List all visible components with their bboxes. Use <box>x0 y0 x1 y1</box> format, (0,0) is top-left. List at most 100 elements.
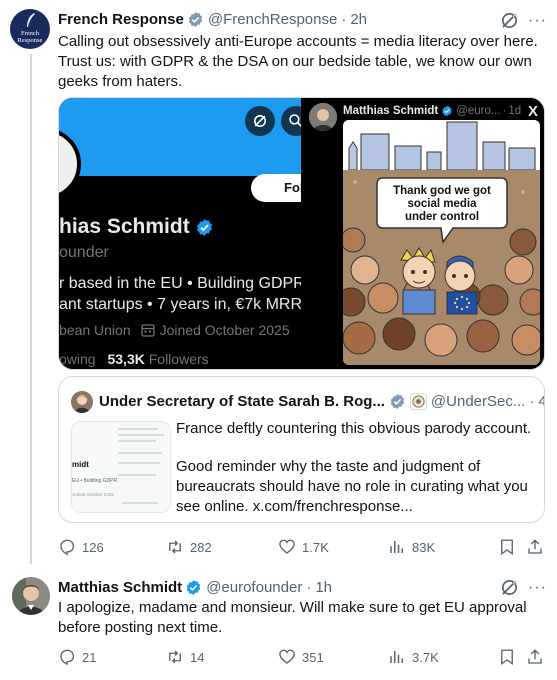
reply-icon <box>60 649 75 666</box>
french-response-avatar[interactable]: French Response <box>10 9 50 49</box>
reply-count: 126 <box>82 539 104 555</box>
share-icon[interactable] <box>526 648 544 666</box>
thumb-joined: Joined October 2025 <box>72 492 114 497</box>
verified-badge-icon <box>442 105 452 117</box>
reply-icon <box>60 539 75 556</box>
thumb-bio-line: EU • Building GDPR <box>72 478 118 484</box>
quote-text-line: see online. x.com/frenchresponse... <box>176 498 413 515</box>
quote-paragraph-gap <box>176 439 536 457</box>
grok-icon[interactable] <box>500 578 519 597</box>
profile-joined: Joined October 2025 <box>159 322 290 338</box>
author-handle[interactable]: @FrenchResponse <box>208 11 337 28</box>
separator-dot: · <box>529 392 535 410</box>
grok-icon[interactable] <box>500 11 519 30</box>
avatar-text-line1: French <box>20 30 40 37</box>
reply-screenshot-image[interactable]: Matthias Schmidt @euro... · 1d X Thank g… <box>303 98 544 369</box>
profile-bio-line: ant startups • 7 years in, €7k MRR <box>59 296 301 313</box>
thumb-text-line <box>118 452 162 454</box>
bookmark-icon[interactable] <box>498 648 516 666</box>
separator-dot: · <box>341 10 347 28</box>
separator-dot: · <box>502 105 507 117</box>
grok-icon <box>245 106 275 136</box>
calendar-icon <box>140 324 155 337</box>
quote-author-name: Under Secretary of State Sarah B. Rog... <box>99 392 385 410</box>
profile-role: ounder <box>59 244 109 261</box>
verified-badge-icon <box>196 218 212 236</box>
bookmark-icon[interactable] <box>498 538 516 556</box>
quote-thumbnail-image[interactable]: midt EU • Building GDPR Joined October 2… <box>71 421 171 513</box>
tweet1-media[interactable]: Foll hias Schmidt ounder r based in the … <box>58 97 545 370</box>
timestamp: 1d <box>508 105 522 117</box>
verified-badge-icon <box>188 11 203 27</box>
views-icon <box>390 651 403 663</box>
reply-button[interactable]: 21 <box>58 647 96 667</box>
views-button[interactable]: 3.7K <box>388 647 439 667</box>
x-logo-icon: X <box>528 103 539 120</box>
author-handle[interactable]: @eurofounder <box>206 579 302 596</box>
thumb-text-line <box>118 428 158 430</box>
author-name[interactable]: French Response <box>58 11 184 28</box>
quill-icon <box>27 13 35 27</box>
thumb-text-line <box>118 462 160 464</box>
timestamp[interactable]: 2h <box>350 11 367 28</box>
profile-stats: owing 53,3K Followers <box>59 351 209 367</box>
speech-line-1: Thank god we got <box>393 185 491 197</box>
like-button[interactable]: 351 <box>278 647 324 667</box>
thumb-profile-name: midt <box>72 460 89 469</box>
quote-timestamp: 4h <box>538 393 544 410</box>
cartoon-illustration: Thank god we got social media under cont… <box>343 120 540 365</box>
reply-header: Matthias Schmidt @euro... · 1d <box>343 105 521 117</box>
matthias-schmidt-avatar[interactable] <box>12 577 50 615</box>
tweet1-text-line: geeks from haters. <box>58 73 183 90</box>
tweet2-text-line: I apologize, madame and monsieur. Will m… <box>58 599 527 616</box>
views-count: 3.7K <box>412 649 439 665</box>
more-icon[interactable]: ··· <box>528 13 547 29</box>
repost-button[interactable]: 14 <box>166 647 204 667</box>
verified-badge-icon <box>390 393 405 409</box>
quoted-tweet[interactable]: Under Secretary of State Sarah B. Rog...… <box>58 376 545 523</box>
profile-bio-line: r based in the EU • Building GDPR <box>59 275 301 292</box>
author-name[interactable]: Matthias Schmidt <box>58 579 182 596</box>
tweet2-actions: 21 14 351 3.7K <box>58 647 545 667</box>
views-button[interactable]: 83K <box>388 537 435 557</box>
quote-text-line: Good reminder why the taste and judgment… <box>176 458 481 475</box>
speech-line-2: social media <box>407 198 477 210</box>
tweet1-text: Calling out obsessively anti-Europe acco… <box>58 32 538 92</box>
share-icon[interactable] <box>526 538 544 556</box>
author-handle: @euro... <box>456 105 501 117</box>
repost-icon <box>169 650 181 664</box>
profile-name: hias Schmidt <box>59 215 214 239</box>
views-icon <box>390 541 403 553</box>
tweet1-actions: 126 282 1.7K 83K <box>58 537 545 557</box>
like-count: 1.7K <box>302 539 329 555</box>
thumb-text-line <box>122 502 158 504</box>
profile-meta: bean Union Joined October 2025 <box>59 322 290 338</box>
following-label: owing <box>59 351 96 367</box>
more-icon[interactable]: ··· <box>528 580 547 596</box>
like-count: 351 <box>302 649 324 665</box>
tweet2-text-line: before posting next time. <box>58 619 223 636</box>
speech-line-3: under control <box>405 211 479 223</box>
quote-text-line: France deftly countering this obvious pa… <box>176 420 532 437</box>
followers-count: 53,3K <box>107 351 145 367</box>
like-icon <box>279 539 295 554</box>
like-icon <box>279 649 295 664</box>
timestamp[interactable]: 1h <box>315 579 332 596</box>
profile-name-text: hias Schmidt <box>59 215 190 238</box>
tweet1-text-line: Calling out obsessively anti-Europe acco… <box>58 33 538 50</box>
quote-text: France deftly countering this obvious pa… <box>176 419 536 517</box>
tweet1-text-line: Trust us: with GDPR & the DSA on our bed… <box>58 53 532 70</box>
thread-connector <box>30 54 32 564</box>
thumb-text-line <box>118 440 156 442</box>
quote-text-line: bureaucrats should have no role in curat… <box>176 478 528 495</box>
views-count: 83K <box>412 539 436 555</box>
reply-count: 21 <box>82 649 97 665</box>
separator-dot: · <box>306 578 312 596</box>
like-button[interactable]: 1.7K <box>278 537 329 557</box>
thumb-text-line <box>118 434 164 436</box>
repost-count: 14 <box>190 649 205 665</box>
reply-button[interactable]: 126 <box>58 537 104 557</box>
repost-button[interactable]: 282 <box>166 537 212 557</box>
profile-screenshot-image[interactable]: Foll hias Schmidt ounder r based in the … <box>59 98 301 369</box>
quote-author-avatar <box>71 391 93 413</box>
